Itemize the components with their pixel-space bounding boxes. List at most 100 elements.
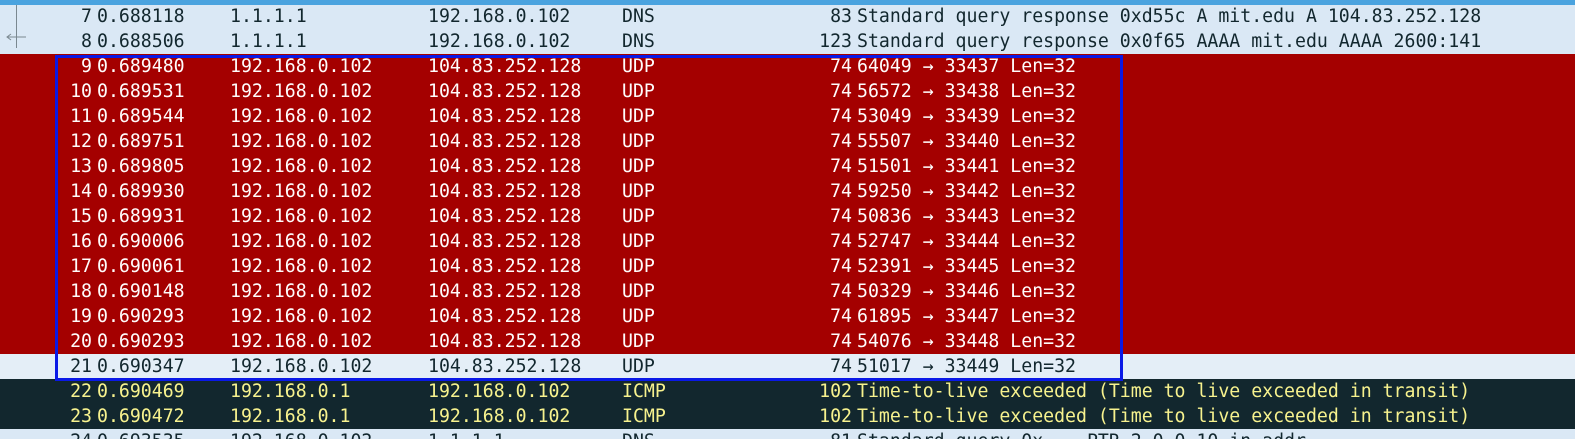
packet-length: 102 <box>819 381 852 402</box>
packet-row[interactable]: 17 0.690061 192.168.0.102 104.83.252.128… <box>0 254 1575 279</box>
packet-row[interactable]: 16 0.690006 192.168.0.102 104.83.252.128… <box>0 229 1575 254</box>
packet-info: 64049 → 33437 Len=32 <box>857 56 1076 77</box>
packet-length: 74 <box>830 131 852 152</box>
packet-time: 0.690293 <box>97 306 185 327</box>
packet-length: 74 <box>830 81 852 102</box>
packet-length: 74 <box>830 256 852 277</box>
packet-length: 74 <box>830 156 852 177</box>
packet-destination: 104.83.252.128 <box>428 106 582 127</box>
packet-protocol: UDP <box>622 81 655 102</box>
packet-number: 15 <box>70 206 92 227</box>
packet-source: 192.168.0.102 <box>230 331 373 352</box>
packet-protocol: UDP <box>622 181 655 202</box>
packet-length: 74 <box>830 231 852 252</box>
packet-length: 74 <box>830 106 852 127</box>
packet-row[interactable]: 20 0.690293 192.168.0.102 104.83.252.128… <box>0 329 1575 354</box>
packet-row[interactable]: 8 0.688506 1.1.1.1 192.168.0.102 DNS 123… <box>0 29 1575 54</box>
packet-number: 7 <box>81 6 92 27</box>
packet-destination: 104.83.252.128 <box>428 256 582 277</box>
packet-row[interactable]: 13 0.689805 192.168.0.102 104.83.252.128… <box>0 154 1575 179</box>
packet-info: 54076 → 33448 Len=32 <box>857 331 1076 352</box>
packet-time: 0.688506 <box>97 31 185 52</box>
packet-protocol: ICMP <box>622 406 666 427</box>
packet-time: 0.689751 <box>97 131 185 152</box>
packet-row[interactable]: 22 0.690469 192.168.0.1 192.168.0.102 IC… <box>0 379 1575 404</box>
packet-time: 0.689931 <box>97 206 185 227</box>
packet-row[interactable]: 19 0.690293 192.168.0.102 104.83.252.128… <box>0 304 1575 329</box>
packet-number: 13 <box>70 156 92 177</box>
packet-source: 192.168.0.102 <box>230 181 373 202</box>
packet-time: 0.689544 <box>97 106 185 127</box>
packet-number: 23 <box>70 406 92 427</box>
packet-destination: 192.168.0.102 <box>428 6 571 27</box>
packet-source: 192.168.0.1 <box>230 381 351 402</box>
packet-length: 102 <box>819 406 852 427</box>
packet-row[interactable]: 12 0.689751 192.168.0.102 104.83.252.128… <box>0 129 1575 154</box>
packet-source: 1.1.1.1 <box>230 6 307 27</box>
packet-row[interactable]: 23 0.690472 192.168.0.1 192.168.0.102 IC… <box>0 404 1575 429</box>
packet-time: 0.690293 <box>97 331 185 352</box>
packet-row[interactable]: 18 0.690148 192.168.0.102 104.83.252.128… <box>0 279 1575 304</box>
packet-protocol: ICMP <box>622 381 666 402</box>
packet-number: 21 <box>70 356 92 377</box>
packet-number: 14 <box>70 181 92 202</box>
packet-number: 11 <box>70 106 92 127</box>
packet-protocol: UDP <box>622 56 655 77</box>
packet-source: 192.168.0.102 <box>230 256 373 277</box>
packet-row[interactable]: 15 0.689931 192.168.0.102 104.83.252.128… <box>0 204 1575 229</box>
packet-protocol: DNS <box>622 6 655 27</box>
packet-destination: 104.83.252.128 <box>428 56 582 77</box>
packet-destination: 104.83.252.128 <box>428 156 582 177</box>
packet-number: 19 <box>70 306 92 327</box>
packet-row[interactable]: 7 0.688118 1.1.1.1 192.168.0.102 DNS 83 … <box>0 5 1575 29</box>
packet-source: 192.168.0.102 <box>230 231 373 252</box>
packet-protocol: DNS <box>622 31 655 52</box>
packet-row[interactable]: 10 0.689531 192.168.0.102 104.83.252.128… <box>0 79 1575 104</box>
packet-number: 18 <box>70 281 92 302</box>
packet-time: 0.690469 <box>97 381 185 402</box>
packet-source: 192.168.0.1 <box>230 406 351 427</box>
packet-protocol: UDP <box>622 281 655 302</box>
packet-protocol: UDP <box>622 306 655 327</box>
packet-number: 16 <box>70 231 92 252</box>
packet-info: 51501 → 33441 Len=32 <box>857 156 1076 177</box>
packet-row[interactable]: 14 0.689930 192.168.0.102 104.83.252.128… <box>0 179 1575 204</box>
packet-source: 192.168.0.102 <box>230 306 373 327</box>
packet-number: 9 <box>81 56 92 77</box>
packet-destination: 104.83.252.128 <box>428 131 582 152</box>
packet-protocol: UDP <box>622 256 655 277</box>
packet-destination: 104.83.252.128 <box>428 206 582 227</box>
packet-time: 0.690347 <box>97 356 185 377</box>
packet-time: 0.689480 <box>97 56 185 77</box>
packet-number: 10 <box>70 81 92 102</box>
packet-source: 192.168.0.102 <box>230 206 373 227</box>
packet-info: Time-to-live exceeded (Time to live exce… <box>857 406 1471 427</box>
packet-info: 59250 → 33442 Len=32 <box>857 181 1076 202</box>
packet-row[interactable]: 11 0.689544 192.168.0.102 104.83.252.128… <box>0 104 1575 129</box>
packet-info: 50329 → 33446 Len=32 <box>857 281 1076 302</box>
packet-length: 74 <box>830 306 852 327</box>
packet-info: 53049 → 33439 Len=32 <box>857 106 1076 127</box>
packet-protocol: UDP <box>622 156 655 177</box>
packet-protocol: UDP <box>622 131 655 152</box>
packet-destination: 104.83.252.128 <box>428 306 582 327</box>
packet-time: 0.688118 <box>97 6 185 27</box>
packet-length: 74 <box>830 281 852 302</box>
packet-number: 8 <box>81 31 92 52</box>
packet-protocol: UDP <box>622 206 655 227</box>
packet-destination: 104.83.252.128 <box>428 281 582 302</box>
packet-number: 22 <box>70 381 92 402</box>
packet-source: 1.1.1.1 <box>230 31 307 52</box>
packet-info: 50836 → 33443 Len=32 <box>857 206 1076 227</box>
packet-destination: 104.83.252.128 <box>428 356 582 377</box>
packet-time: 0.690061 <box>97 256 185 277</box>
packet-protocol: UDP <box>622 356 655 377</box>
packet-length: 83 <box>830 6 852 27</box>
packet-source: 192.168.0.102 <box>230 156 373 177</box>
packet-row-selected[interactable]: 21 0.690347 192.168.0.102 104.83.252.128… <box>0 354 1575 379</box>
packet-row[interactable]: 9 0.689480 192.168.0.102 104.83.252.128 … <box>0 54 1575 79</box>
packet-destination: 104.83.252.128 <box>428 181 582 202</box>
packet-info: 51017 → 33449 Len=32 <box>857 356 1076 377</box>
packet-length: 123 <box>819 31 852 52</box>
packet-number: 12 <box>70 131 92 152</box>
